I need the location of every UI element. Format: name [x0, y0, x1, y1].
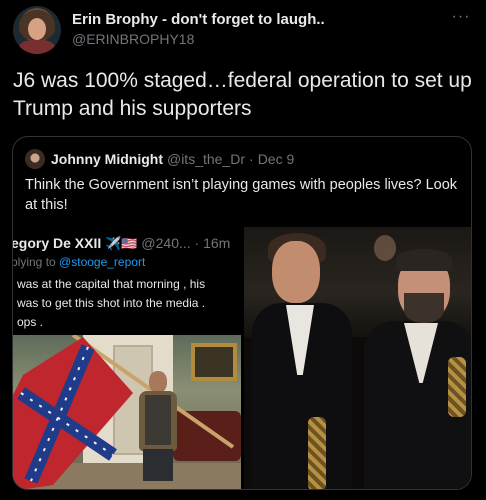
quoted-tweet-header: Johnny Midnight @its_the_Dr · Dec 9 [25, 149, 294, 169]
person-head [149, 371, 167, 393]
left-man-face [272, 241, 320, 303]
event-photo[interactable] [244, 227, 471, 489]
quoted-separator: · [249, 151, 254, 167]
quoted-tweet[interactable]: Johnny Midnight @its_the_Dr · Dec 9 Thin… [12, 136, 472, 490]
author-display-name[interactable]: Erin Brophy - don't forget to laugh.. [72, 11, 325, 28]
quoted-date[interactable]: Dec 9 [258, 151, 295, 167]
person-legs [143, 449, 173, 481]
screenshot-image[interactable]: egory De XXII ✈️🇺🇸 @240... · 16m plying … [13, 227, 241, 489]
flag-graphic [13, 335, 235, 489]
inner-handle-time: @240... · 16m [141, 235, 231, 251]
tweet-text: J6 was 100% staged…federal operation to … [13, 69, 472, 120]
background-face [374, 235, 396, 261]
avatar-face [28, 18, 46, 40]
quoted-text: Think the Government isn’t playing games… [25, 177, 458, 213]
more-horizontal-icon[interactable]: ··· [449, 8, 473, 28]
gold-braid [308, 417, 326, 489]
avatar-shirt [19, 40, 55, 54]
quoted-avatar[interactable] [25, 149, 45, 169]
gold-braid-right [448, 357, 466, 417]
avatar[interactable] [13, 6, 61, 54]
author-handle[interactable]: @ERINBROPHY18 [72, 31, 194, 47]
inner-tweet-author: egory De XXII ✈️🇺🇸 @240... · 16m [13, 235, 230, 252]
inner-reply-prefix: plying to [13, 255, 56, 269]
capitol-photo [13, 335, 241, 489]
photo-person [135, 371, 181, 481]
quoted-media[interactable]: egory De XXII ✈️🇺🇸 @240... · 16m plying … [13, 227, 471, 489]
inner-reply-line: plying to @stooge_report [13, 255, 145, 269]
photo-people [244, 227, 471, 489]
quoted-handle[interactable]: @its_the_Dr [167, 151, 245, 167]
inner-reply-mention: @stooge_report [59, 255, 146, 269]
right-man-beard [404, 293, 444, 323]
person-vest [145, 395, 171, 445]
right-man-hair [396, 249, 452, 271]
inner-name: egory De XXII [13, 235, 102, 251]
tweet-header: Erin Brophy - don't forget to laugh.. @E… [13, 6, 473, 54]
inner-tweet-text: was at the capital that morning , his wa… [17, 277, 206, 329]
inner-flags: ✈️🇺🇸 [105, 236, 138, 251]
quoted-display-name[interactable]: Johnny Midnight [51, 151, 163, 167]
